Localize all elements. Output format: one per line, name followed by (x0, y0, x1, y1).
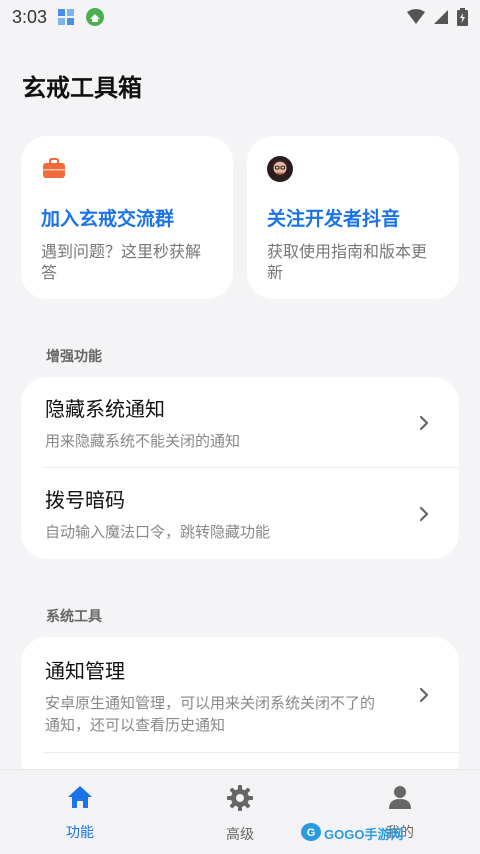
system-tools-list: 通知管理 安卓原生通知管理，可以用来关闭系统关闭不了的通知，还可以查看历史通知 (21, 637, 459, 787)
chevron-right-icon (413, 687, 435, 703)
section-label-enhanced: 增强功能 (46, 349, 102, 365)
watermark-logo-icon: G (300, 822, 322, 845)
app-notification-icon (57, 8, 75, 26)
divider (43, 752, 459, 753)
section-label-system-tools: 系统工具 (46, 609, 102, 625)
follow-douyin-title: 关注开发者抖音 (267, 208, 401, 230)
watermark: G GOGO手游网 (300, 822, 403, 845)
notification-manager-subtitle: 安卓原生通知管理，可以用来关闭系统关闭不了的通知，还可以查看历史通知 (45, 693, 376, 734)
join-group-card[interactable]: 加入玄戒交流群 遇到问题？这里秒获解答 (21, 136, 233, 299)
green-app-icon (85, 7, 105, 27)
enhanced-list: 隐藏系统通知 用来隐藏系统不能关闭的通知 拨号暗码 自动输入魔法口令，跳转隐藏功… (21, 377, 459, 559)
join-group-subtitle: 遇到问题？这里秒获解答 (41, 242, 202, 282)
list-item-hide-notification[interactable]: 隐藏系统通知 用来隐藏系统不能关闭的通知 (21, 377, 459, 468)
nav-tab-features[interactable]: 功能 (0, 770, 160, 854)
person-icon (387, 784, 413, 814)
follow-douyin-card[interactable]: 关注开发者抖音 获取使用指南和版本更新 (247, 136, 459, 299)
list-item-notification-manager[interactable]: 通知管理 安卓原生通知管理，可以用来关闭系统关闭不了的通知，还可以查看历史通知 (21, 637, 459, 753)
hide-notification-subtitle: 用来隐藏系统不能关闭的通知 (45, 432, 241, 450)
nav-label-advanced: 高级 (226, 827, 254, 843)
dial-code-title: 拨号暗码 (45, 488, 125, 512)
briefcase-icon (41, 156, 67, 182)
gear-icon (226, 784, 254, 816)
follow-douyin-subtitle: 获取使用指南和版本更新 (267, 242, 428, 282)
signal-icon (433, 9, 449, 25)
hide-notification-title: 隐藏系统通知 (45, 397, 165, 421)
notification-manager-title: 通知管理 (45, 658, 125, 683)
dial-code-subtitle: 自动输入魔法口令，跳转隐藏功能 (45, 523, 271, 541)
list-item-dial-code[interactable]: 拨号暗码 自动输入魔法口令，跳转隐藏功能 (21, 468, 459, 559)
svg-text:G: G (307, 827, 316, 839)
status-bar: 3:03 (0, 0, 480, 34)
page-title: 玄戒工具箱 (22, 74, 142, 102)
wifi-icon (407, 9, 425, 25)
bottom-nav: 功能 高级 我的 (0, 769, 480, 854)
join-group-title: 加入玄戒交流群 (41, 208, 175, 230)
nav-label-features: 功能 (66, 825, 94, 841)
developer-avatar (267, 156, 293, 182)
chevron-right-icon (413, 506, 435, 522)
chevron-right-icon (413, 415, 435, 431)
watermark-text: GOGO手游网 (324, 827, 404, 842)
home-icon (66, 784, 94, 814)
nav-tab-advanced[interactable]: 高级 (160, 770, 320, 854)
status-time: 3:03 (12, 6, 48, 27)
battery-icon (457, 8, 468, 26)
